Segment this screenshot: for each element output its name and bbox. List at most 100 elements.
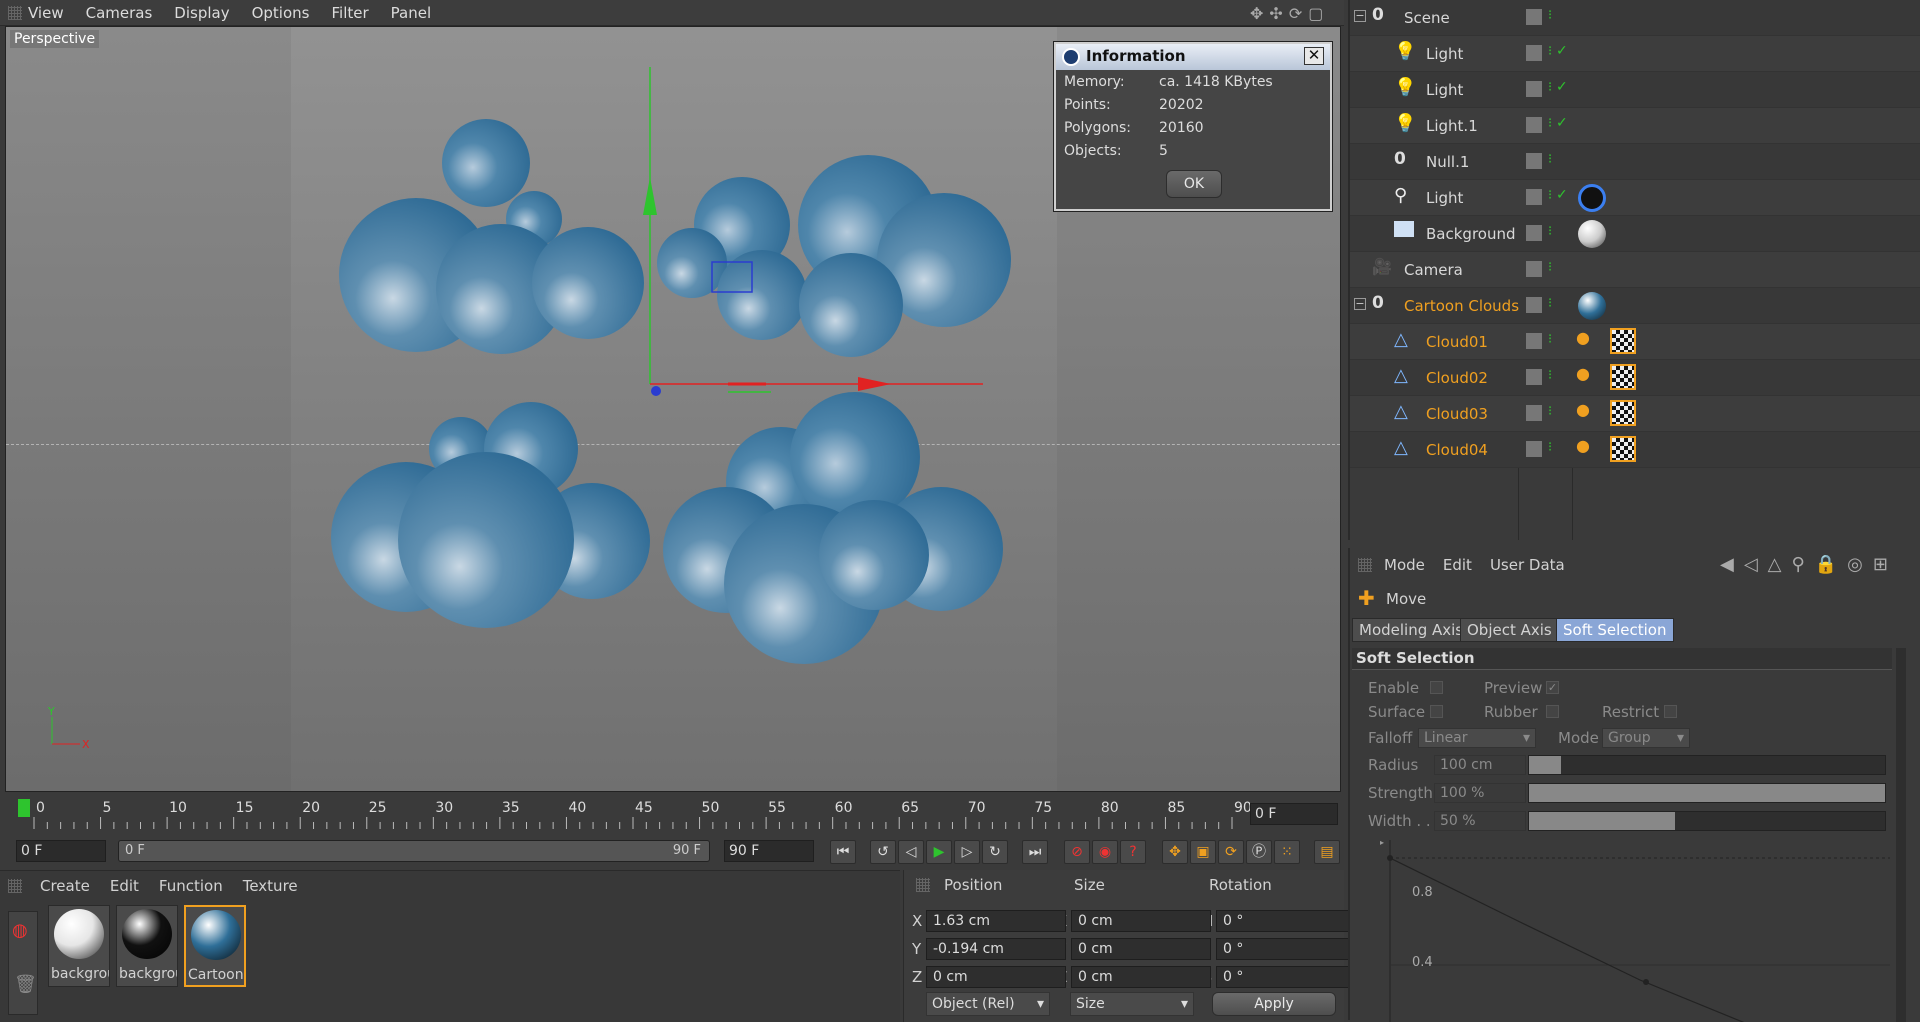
key-pla-icon[interactable]: ⁙ xyxy=(1274,840,1300,864)
enabled-check-icon[interactable]: ✓ xyxy=(1556,43,1568,59)
cloud01-mesh[interactable] xyxy=(339,119,644,354)
timeline-ruler[interactable]: 0 5 10 15 20 25 30 35 40 45 50 55 60 65 70 75 80 85 90 xyxy=(10,797,1340,833)
visibility-dots[interactable]: ⁝ xyxy=(1548,8,1552,23)
edit-icon[interactable] xyxy=(1526,261,1542,277)
step-forward-icon[interactable]: ▷ xyxy=(954,840,980,864)
key-scale-icon[interactable]: ▣ xyxy=(1190,840,1216,864)
visibility-dots[interactable]: ⁝ xyxy=(1548,224,1552,239)
visibility-dots[interactable]: ⁝ xyxy=(1548,188,1552,203)
size-mode-select[interactable]: Size ▾ xyxy=(1070,992,1194,1016)
collapse-icon[interactable]: − xyxy=(1354,298,1366,310)
edit-icon[interactable] xyxy=(1526,297,1542,313)
loop-back-icon[interactable]: ↺ xyxy=(870,840,896,864)
menu-item[interactable]: View xyxy=(28,4,64,22)
lens-flare-tag-icon[interactable] xyxy=(1578,184,1606,212)
grip-handle[interactable] xyxy=(916,878,930,892)
go-to-start-icon[interactable]: ⏮ xyxy=(830,840,856,864)
coord-pos-field[interactable]: 1.63 cm xyxy=(926,910,1066,932)
attribute-nav-icons[interactable]: ◀◁△⚲🔒◎⊞ xyxy=(1720,554,1898,575)
key-param-icon[interactable]: Ⓟ xyxy=(1246,840,1272,864)
tab-modeling-axis[interactable]: Modeling Axis xyxy=(1352,618,1471,642)
phong-tag-icon[interactable]: ● xyxy=(1576,364,1590,383)
coord-size-field[interactable]: 0 cm xyxy=(1071,910,1211,932)
enabled-check-icon[interactable]: ✓ xyxy=(1556,115,1568,131)
step-back-icon[interactable]: ◁ xyxy=(898,840,924,864)
texture-tag-icon[interactable] xyxy=(1610,400,1636,426)
visibility-dots[interactable]: ⁝ xyxy=(1548,44,1552,59)
end-frame-field[interactable]: 90 F xyxy=(724,840,814,862)
menu-item[interactable]: Filter xyxy=(331,4,368,22)
object-row[interactable]: △ Cloud01 ⁝ ● xyxy=(1350,324,1920,360)
close-icon[interactable]: ✕ xyxy=(1304,47,1324,65)
cloud04-mesh[interactable] xyxy=(663,392,1003,664)
edit-icon[interactable] xyxy=(1526,153,1542,169)
visibility-dots[interactable]: ⁝ xyxy=(1548,116,1552,131)
visibility-dots[interactable]: ⁝ xyxy=(1548,440,1552,455)
play-icon[interactable]: ▶ xyxy=(926,840,952,864)
material-swatch[interactable]: backgrou xyxy=(116,905,178,987)
ok-button[interactable]: OK xyxy=(1166,170,1222,198)
autokey-icon[interactable]: ◉ xyxy=(1092,840,1118,864)
texture-tag-icon[interactable] xyxy=(1610,436,1636,462)
key-position-icon[interactable]: ✥ xyxy=(1162,840,1188,864)
material-swatch[interactable]: Cartoon xyxy=(184,905,246,987)
tab-soft-selection[interactable]: Soft Selection xyxy=(1556,618,1674,642)
coord-rot-field[interactable]: 0 ° xyxy=(1216,966,1356,988)
key-rotation-icon[interactable]: ⟳ xyxy=(1218,840,1244,864)
playhead[interactable] xyxy=(18,799,30,817)
trash-icon[interactable]: 🗑 xyxy=(14,974,37,995)
rubber-checkbox[interactable] xyxy=(1546,705,1559,718)
attribute-menu-item[interactable]: User Data xyxy=(1490,556,1565,574)
object-row[interactable]: Background ⁝ xyxy=(1350,216,1920,252)
object-row[interactable]: △ Cloud04 ⁝ ● xyxy=(1350,432,1920,468)
menu-item[interactable]: Display xyxy=(174,4,229,22)
enabled-check-icon[interactable]: ✓ xyxy=(1556,79,1568,95)
edit-icon[interactable] xyxy=(1526,369,1542,385)
material-menu-item[interactable]: Function xyxy=(159,877,223,895)
new-material-icon[interactable]: ◍ xyxy=(12,920,28,941)
strength-field[interactable]: 100 % xyxy=(1434,783,1526,803)
tab-object-axis[interactable]: Object Axis xyxy=(1460,618,1559,642)
object-row[interactable]: 0 Scene ⁝ − xyxy=(1350,0,1920,36)
object-row[interactable]: 💡 Light.1 ⁝ ✓ xyxy=(1350,108,1920,144)
edit-icon[interactable] xyxy=(1526,117,1542,133)
coord-size-field[interactable]: 0 cm xyxy=(1071,938,1211,960)
material-tag-icon[interactable] xyxy=(1578,292,1606,320)
coordinate-mode-select[interactable]: Object (Rel) ▾ xyxy=(926,992,1050,1016)
material-tag-icon[interactable] xyxy=(1578,220,1606,248)
coord-pos-field[interactable]: -0.194 cm xyxy=(926,938,1066,960)
grip-handle[interactable] xyxy=(8,6,22,20)
start-frame-field[interactable]: 0 F xyxy=(16,840,106,862)
object-row[interactable]: 0 Null.1 ⁝ xyxy=(1350,144,1920,180)
timeline-settings-icon[interactable]: ▤ xyxy=(1314,840,1340,864)
current-frame-field[interactable]: 0 F xyxy=(1250,803,1338,825)
view-nav-icons[interactable]: ✥✣⟳▢ xyxy=(1250,4,1329,23)
enabled-check-icon[interactable]: ✓ xyxy=(1556,187,1568,203)
visibility-dots[interactable]: ⁝ xyxy=(1548,152,1552,167)
radius-slider[interactable] xyxy=(1528,755,1886,775)
visibility-dots[interactable]: ⁝ xyxy=(1548,332,1552,347)
edit-icon[interactable] xyxy=(1526,45,1542,61)
coord-size-field[interactable]: 0 cm xyxy=(1071,966,1211,988)
object-row[interactable]: 🎥 Camera ⁝ xyxy=(1350,252,1920,288)
grip-handle[interactable] xyxy=(8,879,22,893)
dialog-titlebar[interactable]: Information ✕ xyxy=(1056,44,1330,70)
attribute-menu-item[interactable]: Edit xyxy=(1443,556,1472,574)
frame-range-slider[interactable]: 0 F 90 F xyxy=(118,840,710,862)
material-swatch[interactable]: backgrou xyxy=(48,905,110,987)
phong-tag-icon[interactable]: ● xyxy=(1576,328,1590,347)
width-field[interactable]: 50 % xyxy=(1434,811,1526,831)
edit-icon[interactable] xyxy=(1526,405,1542,421)
restrict-checkbox[interactable] xyxy=(1664,705,1677,718)
edit-icon[interactable] xyxy=(1526,333,1542,349)
surface-checkbox[interactable] xyxy=(1430,705,1443,718)
collapse-icon[interactable]: − xyxy=(1354,10,1366,22)
phong-tag-icon[interactable]: ● xyxy=(1576,436,1590,455)
visibility-dots[interactable]: ⁝ xyxy=(1548,260,1552,275)
material-menu-item[interactable]: Texture xyxy=(243,877,298,895)
menu-item[interactable]: Options xyxy=(252,4,310,22)
object-row[interactable]: △ Cloud03 ⁝ ● xyxy=(1350,396,1920,432)
texture-tag-icon[interactable] xyxy=(1610,364,1636,390)
object-row[interactable]: △ Cloud02 ⁝ ● xyxy=(1350,360,1920,396)
visibility-dots[interactable]: ⁝ xyxy=(1548,296,1552,311)
